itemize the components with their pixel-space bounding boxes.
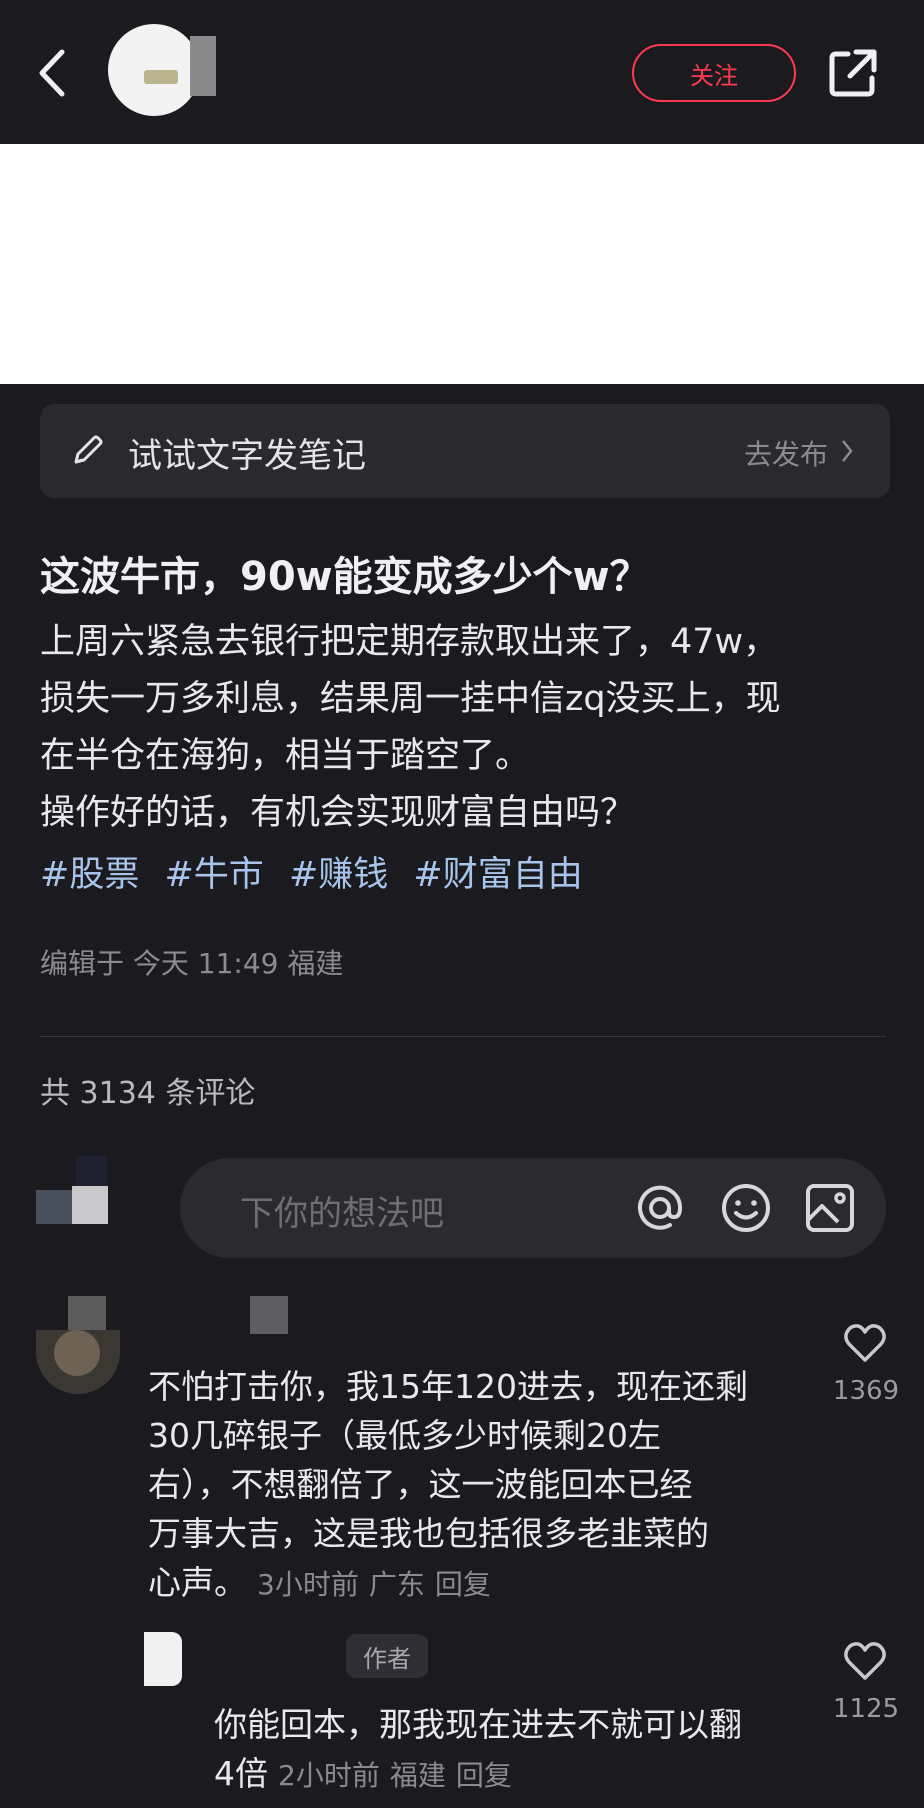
composer-prompt-label: 试试文字发笔记: [128, 436, 366, 476]
post-title: 这波牛市，90w能变成多少个w？: [40, 554, 650, 600]
heart-icon[interactable]: [842, 1322, 888, 1364]
comment-location: 广东: [368, 1568, 425, 1601]
author-avatar[interactable]: [108, 24, 200, 116]
image-icon[interactable]: [802, 1180, 858, 1236]
publish-link[interactable]: 去发布: [744, 433, 828, 473]
reply-line: 你能回本，那我现在进去不就可以翻: [214, 1705, 742, 1744]
reply-reply-button[interactable]: 回复: [456, 1759, 512, 1792]
like-count: 1369: [832, 1376, 900, 1406]
chevron-right-icon: [842, 440, 853, 462]
pencil-icon: [74, 435, 103, 464]
my-avatar-mosaic: [36, 1190, 74, 1224]
comment-line: 30几碎银子（最低多少时候剩20左: [148, 1416, 661, 1455]
back-icon[interactable]: [34, 48, 70, 98]
comment-count: 共 3134 条评论: [40, 1076, 256, 1111]
tag-link[interactable]: #股票: [40, 855, 139, 895]
comment-line: 心声。: [148, 1563, 247, 1602]
reply-time: 2小时前: [278, 1759, 380, 1792]
post-body: 上周六紧急去银行把定期存款取出来了，47w， 损失一万多利息，结果周一挂中信zq…: [40, 614, 900, 842]
comment-input-placeholder: 下你的想法吧: [240, 1194, 444, 1234]
heart-icon[interactable]: [842, 1640, 888, 1682]
comment-input[interactable]: 下你的想法吧: [180, 1158, 886, 1258]
emoji-icon[interactable]: [718, 1180, 774, 1236]
comment-line-last: 心声。 3小时前 广东 回复: [148, 1558, 788, 1609]
my-avatar-mosaic: [72, 1186, 108, 1224]
comment-line: 不怕打击你，我15年120进去，现在还剩: [148, 1367, 748, 1406]
divider: [40, 1036, 886, 1037]
mention-icon[interactable]: [632, 1180, 688, 1236]
post-meta: 编辑于 今天 11:49 福建: [40, 947, 344, 980]
top-bar: 关注: [0, 0, 924, 144]
post-body-line: 在半仓在海狗，相当于踏空了。: [40, 736, 531, 776]
reply-line-last: 4倍 2小时前 福建 回复: [214, 1749, 814, 1800]
reply-avatar[interactable]: [144, 1632, 182, 1686]
post-body-line: 损失一万多利息，结果周一挂中信zq没买上，现: [40, 679, 781, 719]
follow-button[interactable]: 关注: [632, 44, 796, 102]
reply-text: 你能回本，那我现在进去不就可以翻 4倍 2小时前 福建 回复: [214, 1700, 814, 1800]
post-body-line: 上周六紧急去银行把定期存款取出来了，47w，: [40, 622, 779, 662]
like-count: 1125: [832, 1694, 900, 1724]
author-name-mosaic: [190, 36, 216, 96]
comment-reply-button[interactable]: 回复: [435, 1568, 491, 1601]
post-image-area: [0, 144, 924, 384]
reply-line: 4倍: [214, 1754, 268, 1793]
comment-time: 3小时前: [257, 1568, 359, 1601]
my-avatar-mosaic: [76, 1156, 106, 1186]
commenter-avatar-mosaic: [68, 1296, 106, 1330]
reply-location: 福建: [389, 1759, 446, 1792]
commenter-avatar[interactable]: [36, 1330, 120, 1394]
note-composer-prompt[interactable]: 试试文字发笔记 去发布: [40, 404, 890, 498]
author-badge: 作者: [346, 1634, 428, 1678]
share-icon[interactable]: [826, 46, 880, 100]
comment-text: 不怕打击你，我15年120进去，现在还剩 30几碎银子（最低多少时候剩20左 右…: [148, 1362, 788, 1609]
comment-line: 右），不想翻倍了，这一波能回本已经: [148, 1465, 693, 1504]
commenter-name-mosaic: [250, 1296, 288, 1334]
post-tags: #股票 #牛市 #赚钱 #财富自由: [40, 846, 597, 897]
post-body-line: 操作好的话，有机会实现财富自由吗？: [40, 793, 636, 833]
tag-link[interactable]: #财富自由: [413, 855, 582, 895]
comment-line: 万事大吉，这是我也包括很多老韭菜的: [148, 1514, 709, 1553]
tag-link[interactable]: #赚钱: [289, 855, 388, 895]
tag-link[interactable]: #牛市: [164, 855, 263, 895]
